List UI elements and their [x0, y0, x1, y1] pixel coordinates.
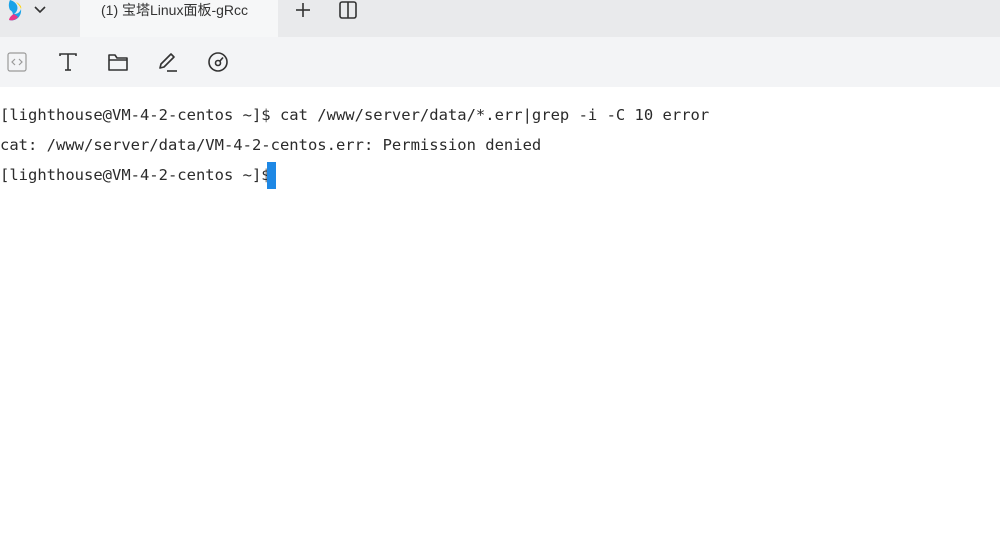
- terminal-cursor: [267, 162, 276, 189]
- tab-active[interactable]: (1) 宝塔Linux面板-gRcc: [80, 0, 278, 37]
- tab-bar: (1) 宝塔Linux面板-gRcc: [0, 0, 1000, 37]
- plus-icon[interactable]: [293, 0, 313, 20]
- toolbar: [0, 37, 1000, 87]
- app-logo-icon[interactable]: [4, 0, 30, 22]
- code-icon[interactable]: [6, 50, 30, 74]
- terminal-line: cat: /www/server/data/VM-4-2-centos.err:…: [0, 136, 542, 154]
- tab-title: (1) 宝塔Linux面板-gRcc: [101, 2, 249, 18]
- terminal-output[interactable]: [lighthouse@VM-4-2-centos ~]$ cat /www/s…: [0, 87, 1000, 540]
- edit-pen-icon[interactable]: [156, 50, 180, 74]
- terminal-line: [lighthouse@VM-4-2-centos ~]$ cat /www/s…: [0, 106, 710, 124]
- chevron-down-icon[interactable]: [32, 2, 48, 18]
- terminal-prompt-line: [lighthouse@VM-4-2-centos ~]$: [0, 166, 280, 184]
- split-view-icon[interactable]: [338, 0, 358, 20]
- text-format-icon[interactable]: [56, 50, 80, 74]
- dashboard-gauge-icon[interactable]: [206, 50, 230, 74]
- folder-icon[interactable]: [106, 50, 130, 74]
